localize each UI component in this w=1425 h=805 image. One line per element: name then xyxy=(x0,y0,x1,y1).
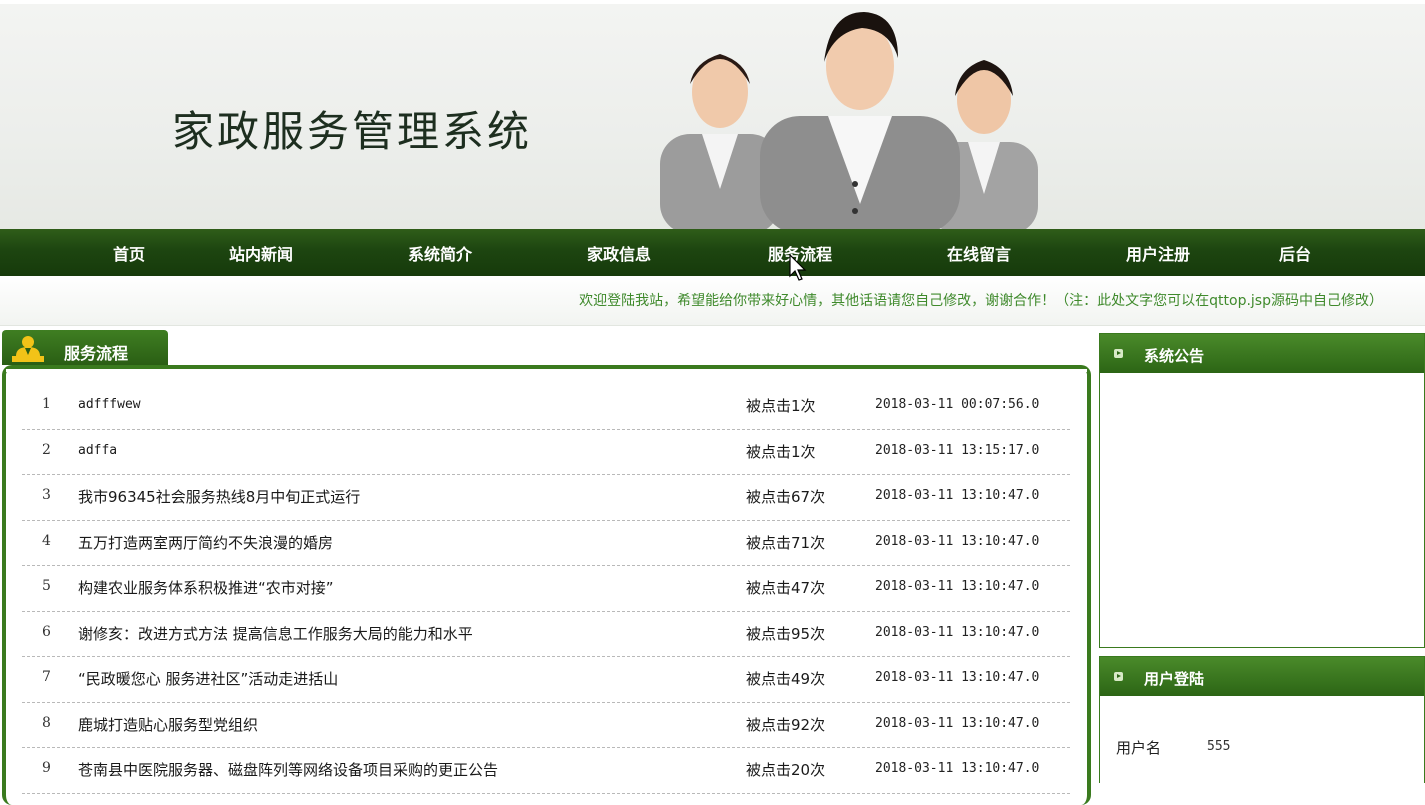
panel-title: 服务流程 xyxy=(64,344,129,363)
row-click-count: 被点击92次 xyxy=(746,715,826,734)
row-title-link[interactable]: 谢修亥：改进方式方法 提高信息工作服务大局的能力和水平 xyxy=(78,623,473,644)
row-date: 2018-03-11 13:10:47.0 xyxy=(875,579,1040,594)
nav-admin[interactable]: 后台 xyxy=(1279,241,1311,265)
welcome-strip: 欢迎登陆我站，希望能给你带来好心情，其他话语请您自己修改，谢谢合作！（注：此处文… xyxy=(0,276,1425,326)
site-title: 家政服务管理系统 xyxy=(172,107,533,156)
notice-title: 系统公告 xyxy=(1144,347,1205,365)
row-click-count: 被点击71次 xyxy=(746,533,826,552)
row-title-link[interactable]: “民政暖您心 服务进社区”活动走进括山 xyxy=(78,668,338,689)
username-value: 555 xyxy=(1207,739,1231,754)
row-click-count: 被点击20次 xyxy=(746,761,826,779)
user-login-box: 用户登陆 用户名 555 xyxy=(1099,656,1425,783)
list-item[interactable]: 5 构建农业服务体系积极推进“农市对接” 被点击47次 2018-03-11 1… xyxy=(22,566,1070,612)
row-date: 2018-03-11 13:10:47.0 xyxy=(875,533,1040,549)
row-click-count: 被点击67次 xyxy=(746,488,826,506)
service-list: 1 adfffwew 被点击1次 2018-03-11 00:07:56.0 2… xyxy=(22,384,1070,794)
row-number: 4 xyxy=(42,532,51,549)
list-item[interactable]: 1 adfffwew 被点击1次 2018-03-11 00:07:56.0 xyxy=(22,384,1070,430)
panel-tab: 服务流程 xyxy=(2,330,168,365)
row-date: 2018-03-11 00:07:56.0 xyxy=(875,397,1040,412)
row-number: 2 xyxy=(42,441,51,458)
row-click-count: 被点击95次 xyxy=(746,624,826,643)
row-date: 2018-03-11 13:15:17.0 xyxy=(875,442,1040,458)
banner-staff-illustration xyxy=(660,12,1038,229)
staff-icon xyxy=(12,336,44,362)
row-title-link[interactable]: adffa xyxy=(78,443,117,458)
list-item[interactable]: 3 我市96345社会服务热线8月中旬正式运行 被点击67次 2018-03-1… xyxy=(22,475,1070,521)
welcome-marquee: 欢迎登陆我站，希望能给你带来好心情，其他话语请您自己修改，谢谢合作！（注：此处文… xyxy=(579,293,1383,309)
row-title-link[interactable]: 五万打造两室两厅简约不失浪漫的婚房 xyxy=(78,532,333,553)
arrow-right-icon xyxy=(1114,349,1123,358)
row-number: 9 xyxy=(42,760,51,776)
row-number: 7 xyxy=(42,669,51,685)
header-banner: 家政服务管理系统 xyxy=(0,0,1425,229)
row-click-count: 被点击47次 xyxy=(746,579,826,597)
row-number: 1 xyxy=(42,396,51,412)
login-title: 用户登陆 xyxy=(1144,670,1205,688)
list-item[interactable]: 4 五万打造两室两厅简约不失浪漫的婚房 被点击71次 2018-03-11 13… xyxy=(22,521,1070,566)
row-title-link[interactable]: 鹿城打造贴心服务型党组织 xyxy=(78,714,258,735)
row-click-count: 被点击49次 xyxy=(746,670,826,688)
row-date: 2018-03-11 13:10:47.0 xyxy=(875,761,1040,776)
row-date: 2018-03-11 13:10:47.0 xyxy=(875,624,1040,640)
nav-system-intro[interactable]: 系统简介 xyxy=(408,241,472,265)
row-number: 3 xyxy=(42,487,51,503)
list-item[interactable]: 8 鹿城打造贴心服务型党组织 被点击92次 2018-03-11 13:10:4… xyxy=(22,703,1070,748)
list-item[interactable]: 6 谢修亥：改进方式方法 提高信息工作服务大局的能力和水平 被点击95次 201… xyxy=(22,612,1070,657)
username-label: 用户名 xyxy=(1116,739,1162,757)
row-title-link[interactable]: 我市96345社会服务热线8月中旬正式运行 xyxy=(78,486,360,507)
row-click-count: 被点击1次 xyxy=(746,397,816,415)
row-title-link[interactable]: 苍南县中医院服务器、磁盘阵列等网络设备项目采购的更正公告 xyxy=(78,759,498,780)
row-title-link[interactable]: 构建农业服务体系积极推进“农市对接” xyxy=(78,577,334,598)
list-item[interactable]: 2 adffa 被点击1次 2018-03-11 13:15:17.0 xyxy=(22,430,1070,475)
row-title-link[interactable]: adfffwew xyxy=(78,397,141,412)
nav-home[interactable]: 首页 xyxy=(113,241,145,265)
row-date: 2018-03-11 13:10:47.0 xyxy=(875,488,1040,503)
row-number: 5 xyxy=(42,578,51,594)
system-notice-box: 系统公告 xyxy=(1099,333,1425,648)
row-date: 2018-03-11 13:10:47.0 xyxy=(875,670,1040,685)
nav-user-register[interactable]: 用户注册 xyxy=(1126,241,1190,265)
row-number: 8 xyxy=(42,714,51,731)
list-item[interactable]: 9 苍南县中医院服务器、磁盘阵列等网络设备项目采购的更正公告 被点击20次 20… xyxy=(22,748,1070,794)
arrow-right-icon xyxy=(1114,672,1123,681)
mouse-pointer-icon xyxy=(789,254,807,281)
login-header: 用户登陆 xyxy=(1100,657,1424,696)
nav-housekeeping-info[interactable]: 家政信息 xyxy=(587,241,651,265)
nav-online-message[interactable]: 在线留言 xyxy=(947,241,1011,265)
list-item[interactable]: 7 “民政暖您心 服务进社区”活动走进括山 被点击49次 2018-03-11 … xyxy=(22,657,1070,703)
main-nav: 首页 站内新闻 系统简介 家政信息 服务流程 在线留言 用户注册 后台 xyxy=(0,229,1425,276)
notice-header: 系统公告 xyxy=(1100,334,1424,373)
nav-site-news[interactable]: 站内新闻 xyxy=(229,241,293,265)
row-date: 2018-03-11 13:10:47.0 xyxy=(875,715,1040,731)
row-number: 6 xyxy=(42,623,51,640)
row-click-count: 被点击1次 xyxy=(746,442,816,461)
